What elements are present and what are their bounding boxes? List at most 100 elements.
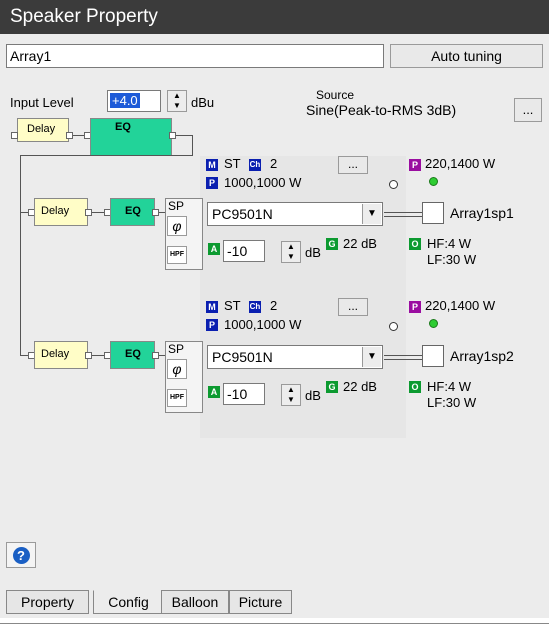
chevron-down-icon: ▼ [362,204,381,224]
master-delay-block[interactable]: Delay [17,118,69,142]
tab-picture[interactable]: Picture [229,590,292,614]
channel-1-attenuation-field[interactable]: -10 [223,240,265,262]
power-rating-badge: P [409,159,421,171]
channel-1-browse-button[interactable]: ... [338,156,368,174]
connector [20,355,28,356]
channel-1-att-unit: dB [305,245,321,260]
connector [92,212,104,213]
tab-config[interactable]: Config [93,590,164,614]
channel-1-eq-block[interactable]: EQ [110,198,155,226]
channel-2-mode: ST [224,298,241,313]
master-eq-label: EQ [115,121,131,133]
channel-2-output-lf: LF:30 W [427,395,477,410]
channel-2-power-rating: 220,1400 W [425,298,496,313]
channel-1-speaker-model: PC9501N [212,206,273,222]
channel-2-status-indicator [389,322,398,331]
channel-2-p-value: 1000,1000 W [224,317,302,332]
channel-1-delay-label: Delay [41,205,70,217]
channel-1-hpf-button[interactable]: HPF [167,246,187,264]
array-name-field[interactable]: Array1 [6,44,384,68]
connector [384,355,422,356]
port [66,132,73,139]
channel-2-attenuation-field[interactable]: -10 [223,383,265,405]
input-level-label: Input Level [10,95,74,110]
port [152,209,159,216]
port [152,352,159,359]
connector [20,212,28,213]
channel-2-gain: 22 dB [343,379,377,394]
ch-badge: Ch [249,301,261,313]
channel-2-phase-button[interactable]: φ [167,359,187,379]
connector [192,135,193,155]
p-badge: P [206,319,218,331]
m-badge: M [206,301,218,313]
input-level-spinner[interactable]: ▲ ▼ [167,90,187,112]
channel-2-ch-value: 2 [270,298,278,313]
channel-2-att-unit: dB [305,388,321,403]
array-name-text: Array1 [10,48,52,64]
a-badge: A [208,243,220,255]
channel-1-status-indicator [389,180,398,189]
config-panel: Array1 Auto tuning Input Level +4.0 ▲ ▼ d… [0,34,549,624]
m-badge: M [206,159,218,171]
channel-1-speaker-model-select[interactable]: PC9501N ▼ [207,202,383,226]
channel-1-eq-label: EQ [125,205,141,217]
channel-1-speaker-name: Array1sp1 [450,205,514,221]
p-badge: P [206,177,218,189]
port [85,352,92,359]
o-badge: O [409,238,421,250]
channel-1-gain: 22 dB [343,236,377,251]
channel-2-delay-block[interactable]: Delay [34,341,88,369]
help-button[interactable]: ? [6,542,36,568]
ch-badge: Ch [249,159,261,171]
master-delay-label: Delay [27,123,56,135]
g-badge: G [326,238,338,250]
connector [176,135,192,136]
channel-2-speaker-model-select[interactable]: PC9501N ▼ [207,345,383,369]
channel-2-speaker-name: Array1sp2 [450,348,514,364]
power-rating-badge: P [409,301,421,313]
channel-1-phase-button[interactable]: φ [167,216,187,236]
channel-2-eq-label: EQ [125,348,141,360]
connector [20,155,193,156]
channel-1-p-value: 1000,1000 W [224,175,302,190]
chevron-down-icon: ▼ [362,347,381,367]
speaker-icon [422,345,444,367]
tab-balloon[interactable]: Balloon [161,590,229,614]
channel-2-attenuation-spinner[interactable]: ▲ ▼ [281,384,301,406]
channel-1-power-led [429,177,438,186]
input-level-value: +4.0 [110,93,140,108]
source-browse-button[interactable]: ... [514,98,542,122]
input-level-unit: dBu [191,95,215,110]
channel-1-output-hf: HF:4 W [427,236,472,251]
channel-2-attenuation: -10 [227,386,248,402]
tab-property[interactable]: Property [6,590,89,614]
channel-1-ch-value: 2 [270,156,278,171]
o-badge: O [409,381,421,393]
channel-1-attenuation-spinner[interactable]: ▲ ▼ [281,241,301,263]
g-badge: G [326,381,338,393]
port [169,132,176,139]
channel-2-delay-label: Delay [41,348,70,360]
channel-1-attenuation: -10 [227,243,248,259]
master-eq-block[interactable]: EQ [90,118,172,156]
window-title: Speaker Property [10,6,158,27]
source-value: Sine(Peak-to-RMS 3dB) [306,102,457,118]
auto-tuning-button[interactable]: Auto tuning [390,44,543,68]
channel-1-delay-block[interactable]: Delay [34,198,88,226]
title-bar: Speaker Property [0,0,549,34]
connector [384,359,422,360]
channel-1-power-rating: 220,1400 W [425,156,496,171]
a-badge: A [208,386,220,398]
channel-2-eq-block[interactable]: EQ [110,341,155,369]
speaker-icon [422,202,444,224]
channel-1-sp-label: SP [168,199,185,213]
channel-2-power-led [429,319,438,328]
connector [384,216,422,217]
channel-2-speaker-model: PC9501N [212,349,273,365]
channel-2-hpf-button[interactable]: HPF [167,389,187,407]
input-level-field[interactable]: +4.0 [107,90,161,112]
channel-2-browse-button[interactable]: ... [338,298,368,316]
channel-1-output-lf: LF:30 W [427,252,477,267]
help-icon: ? [12,547,30,564]
